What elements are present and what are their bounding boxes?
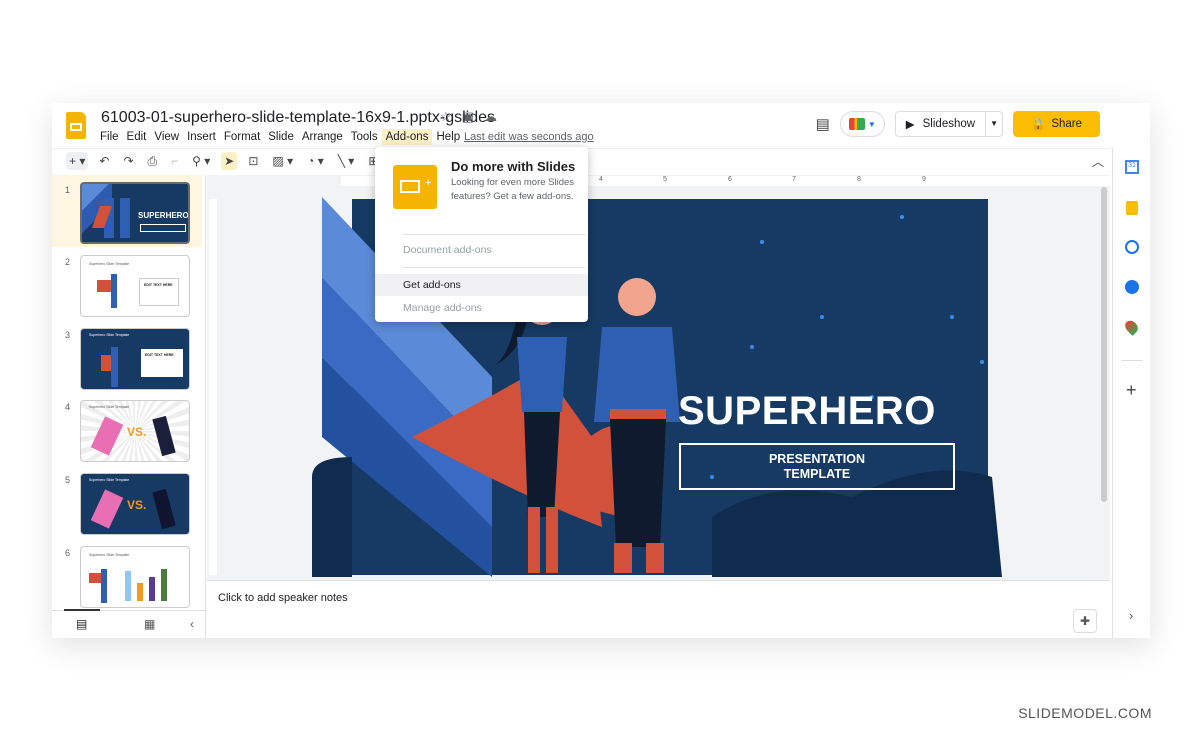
- menu-format[interactable]: Format: [220, 129, 264, 145]
- undo-icon[interactable]: ↶: [96, 152, 112, 170]
- grid-view-icon[interactable]: ▦: [144, 617, 155, 631]
- document-title[interactable]: 61003-01-superhero-slide-template-16x9-1…: [101, 109, 495, 127]
- add-addon-icon[interactable]: +: [1126, 380, 1137, 401]
- text-box-icon[interactable]: ⊡: [245, 152, 261, 170]
- menu-help[interactable]: Help: [432, 129, 464, 145]
- contacts-icon[interactable]: [1125, 280, 1139, 294]
- comments-icon[interactable]: ▤: [816, 115, 830, 133]
- slideshow-dropdown[interactable]: ▼: [985, 111, 1002, 137]
- slide-thumbnail-3[interactable]: Superhero Slide Template EDIT TEXT HERE: [80, 328, 190, 390]
- menu-item-get-add-ons[interactable]: Get add-ons: [375, 274, 588, 296]
- meet-button[interactable]: ▼: [839, 111, 885, 137]
- slide-title[interactable]: SUPERHERO: [678, 389, 936, 434]
- move-folder-icon[interactable]: ▣: [462, 109, 474, 125]
- menu-slide[interactable]: Slide: [264, 129, 298, 145]
- slide-thumbnail-5[interactable]: Superhero Slide Template VS.: [80, 473, 190, 535]
- lock-icon: 🔒: [1030, 119, 1046, 131]
- slide-thumbnail-1[interactable]: SUPERHERO: [80, 182, 190, 244]
- slide-thumbnail-4[interactable]: Superhero Slide Template VS.: [80, 400, 190, 462]
- side-panel: 31 + ›: [1112, 148, 1150, 638]
- menu-view[interactable]: View: [150, 129, 183, 145]
- menu-add-ons[interactable]: Add-ons: [381, 129, 433, 145]
- print-icon[interactable]: ⎙: [145, 152, 161, 171]
- app-window: 61003-01-superhero-slide-template-16x9-1…: [52, 103, 1150, 638]
- cloud-status-icon[interactable]: ☁: [484, 109, 497, 125]
- add-ons-dropdown: + Do more with Slides Looking for even m…: [375, 147, 588, 322]
- meet-icon: [848, 118, 865, 130]
- watermark: SLIDEMODEL.COM: [1018, 705, 1152, 721]
- menu-file[interactable]: File: [96, 129, 123, 145]
- filmstrip-view-icon[interactable]: ▤: [76, 617, 87, 631]
- star-icon[interactable]: ☆: [440, 109, 452, 125]
- keep-icon[interactable]: [1126, 201, 1138, 215]
- add-ons-promo-icon: +: [393, 165, 437, 209]
- paint-format-icon[interactable]: ⌐: [168, 152, 181, 170]
- slide-thumbnail-6[interactable]: Superhero Slide Template: [80, 546, 190, 608]
- menu-item-manage-add-ons: Manage add-ons: [403, 302, 482, 314]
- menu-insert[interactable]: Insert: [183, 129, 220, 145]
- shape-icon[interactable]: ◔ ▾: [304, 152, 327, 170]
- zoom-icon[interactable]: ⚲ ▾: [189, 152, 213, 170]
- explore-button[interactable]: ✚: [1073, 609, 1097, 633]
- new-slide-button[interactable]: + ▾: [66, 152, 89, 170]
- slide-subtitle-box[interactable]: PRESENTATION TEMPLATE: [679, 443, 955, 490]
- filmstrip: 1 SUPERHERO 2 Superhero Slide Template E…: [52, 175, 206, 638]
- calendar-icon[interactable]: 31: [1125, 160, 1139, 174]
- menu-item-document-add-ons: Document add-ons: [403, 244, 492, 256]
- scrollbar[interactable]: [1101, 187, 1107, 502]
- slideshow-button[interactable]: ▶ Slideshow ▼: [894, 111, 1003, 137]
- expand-panel-icon[interactable]: ›: [1129, 608, 1133, 623]
- slides-logo-icon[interactable]: [66, 112, 86, 139]
- menu-arrange[interactable]: Arrange: [298, 129, 347, 145]
- maps-icon[interactable]: [1122, 318, 1141, 336]
- collapse-panel-icon[interactable]: ‹: [190, 617, 194, 631]
- slide-editor: 4 5 6 7 8 9 SUPERHERO PRESENTATION TEMPL…: [207, 175, 1111, 580]
- line-icon[interactable]: ╲ ▾: [335, 152, 358, 170]
- select-icon[interactable]: ➤: [221, 152, 238, 170]
- collapse-toolbar-icon[interactable]: ︿: [1089, 151, 1110, 172]
- redo-icon[interactable]: ↷: [120, 152, 136, 170]
- slide-thumbnail-2[interactable]: Superhero Slide Template EDIT TEXT HERE: [80, 255, 190, 317]
- present-icon: ▶: [905, 119, 915, 131]
- last-edit-link[interactable]: Last edit was seconds ago: [464, 131, 594, 143]
- menu-tools[interactable]: Tools: [347, 129, 382, 145]
- share-button[interactable]: 🔒 Share: [1012, 111, 1100, 137]
- menu-edit[interactable]: Edit: [123, 129, 151, 145]
- vertical-ruler[interactable]: [209, 199, 217, 575]
- speaker-notes[interactable]: Click to add speaker notes ✚: [207, 580, 1110, 638]
- image-icon[interactable]: ▨ ▾: [269, 152, 296, 170]
- menu-bar: File Edit View Insert Format Slide Arran…: [96, 129, 464, 145]
- tasks-icon[interactable]: [1125, 240, 1139, 254]
